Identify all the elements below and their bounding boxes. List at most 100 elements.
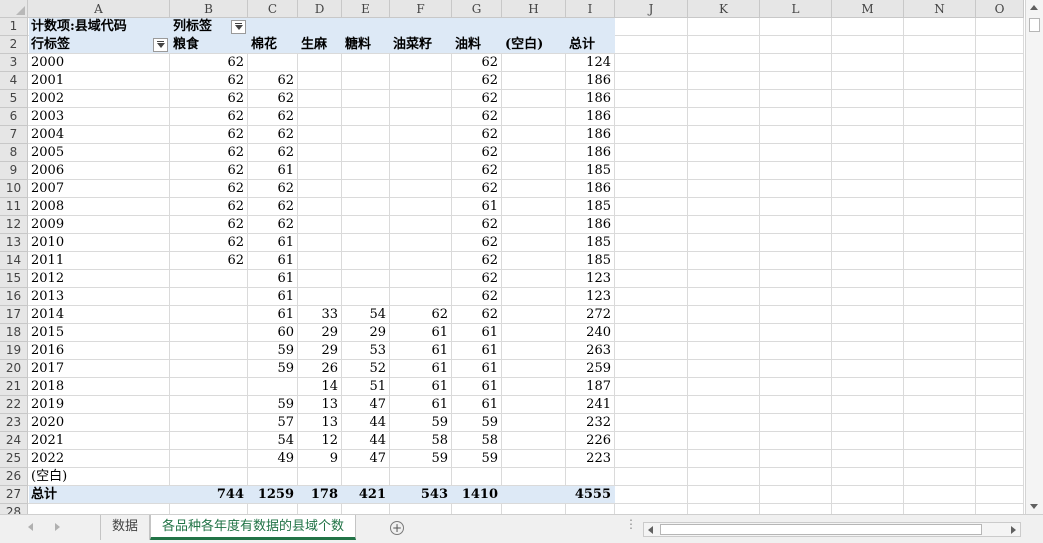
row-header[interactable]: 12: [0, 216, 28, 234]
pivot-value-cell[interactable]: 186: [569, 126, 614, 144]
pivot-value-cell[interactable]: [393, 90, 451, 108]
pivot-value-cell[interactable]: [301, 198, 341, 216]
pivot-value-cell[interactable]: [393, 468, 451, 486]
pivot-row-label[interactable]: 2001: [31, 72, 169, 90]
pivot-value-cell[interactable]: 186: [569, 90, 614, 108]
row-header[interactable]: 2: [0, 36, 28, 54]
tab-sheet-pivot[interactable]: 各品种各年度有数据的县域个数: [150, 515, 356, 540]
scroll-left-arrow-icon[interactable]: [648, 526, 653, 534]
pivot-value-cell[interactable]: 62: [455, 162, 501, 180]
pivot-grand-total-cell[interactable]: 744: [173, 486, 247, 504]
row-header[interactable]: 22: [0, 396, 28, 414]
row-header[interactable]: 9: [0, 162, 28, 180]
prev-sheet-icon[interactable]: [28, 523, 33, 531]
pivot-value-cell[interactable]: [505, 126, 565, 144]
pivot-value-cell[interactable]: 26: [301, 360, 341, 378]
pivot-value-cell[interactable]: [251, 468, 297, 486]
row-header[interactable]: 13: [0, 234, 28, 252]
pivot-value-cell[interactable]: 62: [251, 198, 297, 216]
pivot-value-cell[interactable]: [301, 162, 341, 180]
column-header[interactable]: I: [566, 0, 615, 18]
pivot-value-cell[interactable]: 58: [455, 432, 501, 450]
pivot-column-header[interactable]: 棉花: [251, 36, 297, 54]
pivot-value-cell[interactable]: [301, 468, 341, 486]
pivot-value-cell[interactable]: 62: [455, 288, 501, 306]
pivot-value-cell[interactable]: 29: [345, 324, 389, 342]
pivot-value-cell[interactable]: [173, 396, 247, 414]
pivot-value-cell[interactable]: [505, 216, 565, 234]
pivot-value-cell[interactable]: 62: [455, 54, 501, 72]
pivot-value-cell[interactable]: 59: [393, 414, 451, 432]
pivot-value-cell[interactable]: [345, 468, 389, 486]
column-header[interactable]: N: [904, 0, 976, 18]
pivot-value-cell[interactable]: 59: [251, 360, 297, 378]
pivot-value-cell[interactable]: 59: [251, 396, 297, 414]
row-header[interactable]: 4: [0, 72, 28, 90]
pivot-value-cell[interactable]: [345, 216, 389, 234]
pivot-value-cell[interactable]: 51: [345, 378, 389, 396]
spreadsheet-grid[interactable]: ABCDEFGHIJKLMNO 1 2 3 4 5 6 7 8 9 10 11 12 13 14 15 16 1…: [0, 0, 1024, 514]
pivot-row-label[interactable]: (空白): [31, 468, 169, 486]
pivot-value-cell[interactable]: 54: [251, 432, 297, 450]
pivot-row-label[interactable]: 2015: [31, 324, 169, 342]
pivot-row-label[interactable]: 2011: [31, 252, 169, 270]
column-filter-dropdown-icon[interactable]: [231, 20, 246, 34]
pivot-value-cell[interactable]: [505, 360, 565, 378]
pivot-value-cell[interactable]: 240: [569, 324, 614, 342]
pivot-value-cell[interactable]: 62: [173, 72, 247, 90]
column-header[interactable]: L: [760, 0, 832, 18]
pivot-value-cell[interactable]: 226: [569, 432, 614, 450]
pivot-value-cell[interactable]: [505, 270, 565, 288]
pivot-value-cell[interactable]: [393, 180, 451, 198]
pivot-value-cell[interactable]: [505, 396, 565, 414]
select-all-corner[interactable]: [0, 0, 28, 18]
pivot-value-cell[interactable]: 61: [455, 378, 501, 396]
column-header[interactable]: F: [390, 0, 452, 18]
pivot-column-header[interactable]: 粮食: [173, 36, 247, 54]
pivot-value-cell[interactable]: [173, 270, 247, 288]
pivot-value-cell[interactable]: 62: [251, 108, 297, 126]
row-header[interactable]: 16: [0, 288, 28, 306]
row-header[interactable]: 1: [0, 18, 28, 36]
pivot-column-header[interactable]: (空白): [505, 36, 565, 54]
pivot-value-cell[interactable]: [505, 162, 565, 180]
pivot-value-cell[interactable]: 62: [173, 90, 247, 108]
column-header[interactable]: M: [832, 0, 904, 18]
pivot-value-cell[interactable]: 9: [301, 450, 341, 468]
pivot-value-cell[interactable]: 61: [251, 252, 297, 270]
pivot-value-cell[interactable]: [173, 432, 247, 450]
row-header[interactable]: 27: [0, 486, 28, 504]
pivot-grand-total-cell[interactable]: 1410: [455, 486, 501, 504]
pivot-value-cell[interactable]: 49: [251, 450, 297, 468]
pivot-value-cell[interactable]: 12: [301, 432, 341, 450]
pivot-value-cell[interactable]: 61: [251, 306, 297, 324]
pivot-value-cell[interactable]: [393, 144, 451, 162]
pivot-value-cell[interactable]: 62: [455, 216, 501, 234]
pivot-value-cell[interactable]: 59: [455, 450, 501, 468]
pivot-value-cell[interactable]: [345, 234, 389, 252]
pivot-value-cell[interactable]: 186: [569, 144, 614, 162]
pivot-row-label[interactable]: 2022: [31, 450, 169, 468]
pivot-grand-total-cell[interactable]: 543: [393, 486, 451, 504]
pivot-value-cell[interactable]: 186: [569, 72, 614, 90]
pivot-value-cell[interactable]: 62: [455, 72, 501, 90]
pivot-value-field-label[interactable]: 计数项:县域代码: [31, 18, 169, 36]
row-header[interactable]: 24: [0, 432, 28, 450]
pivot-value-cell[interactable]: [301, 54, 341, 72]
pivot-value-cell[interactable]: [505, 252, 565, 270]
pivot-value-cell[interactable]: 61: [393, 342, 451, 360]
scroll-up-arrow-icon[interactable]: [1030, 5, 1038, 10]
pivot-value-cell[interactable]: [393, 252, 451, 270]
pivot-row-label[interactable]: 2020: [31, 414, 169, 432]
pivot-value-cell[interactable]: 187: [569, 378, 614, 396]
pivot-row-label[interactable]: 2010: [31, 234, 169, 252]
pivot-value-cell[interactable]: [505, 468, 565, 486]
pivot-value-cell[interactable]: [393, 54, 451, 72]
pivot-value-cell[interactable]: [345, 54, 389, 72]
pivot-column-header[interactable]: 总计: [569, 36, 614, 54]
pivot-value-cell[interactable]: [251, 54, 297, 72]
row-header[interactable]: 18: [0, 324, 28, 342]
scroll-right-arrow-icon[interactable]: [1011, 526, 1016, 534]
pivot-value-cell[interactable]: [301, 90, 341, 108]
pivot-value-cell[interactable]: 62: [251, 126, 297, 144]
